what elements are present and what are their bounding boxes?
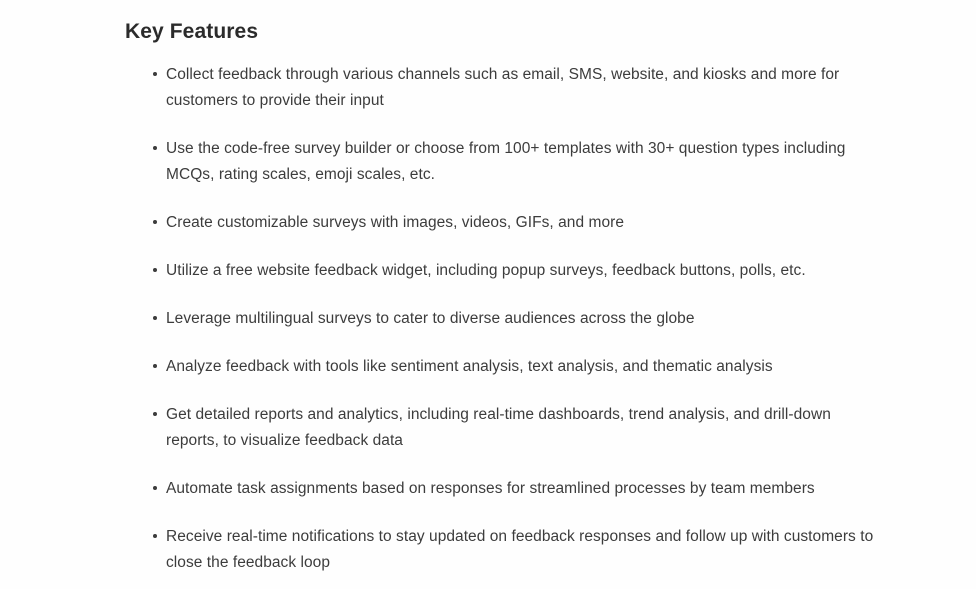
page-root: Key Features Collect feedback through va… [0, 0, 976, 589]
list-item: Get detailed reports and analytics, incl… [125, 402, 885, 454]
list-item-label: Analyze feedback with tools like sentime… [166, 358, 773, 375]
bullet-icon [153, 146, 157, 150]
key-features-section: Key Features Collect feedback through va… [125, 18, 885, 576]
list-item: Use the code-free survey builder or choo… [125, 136, 885, 188]
bullet-icon [153, 316, 157, 320]
list-item-label: Get detailed reports and analytics, incl… [166, 406, 831, 449]
list-item-label: Receive real-time notifications to stay … [166, 528, 874, 571]
list-item-label: Automate task assignments based on respo… [166, 480, 815, 497]
list-item-label: Create customizable surveys with images,… [166, 214, 624, 231]
bullet-icon [153, 364, 157, 368]
list-item: Leverage multilingual surveys to cater t… [125, 306, 885, 332]
list-item-label: Use the code-free survey builder or choo… [166, 140, 846, 183]
bullet-icon [153, 72, 157, 76]
list-item-label: Collect feedback through various channel… [166, 66, 840, 109]
list-item-label: Leverage multilingual surveys to cater t… [166, 310, 695, 327]
list-item: Receive real-time notifications to stay … [125, 524, 885, 576]
bullet-icon [153, 486, 157, 490]
list-item: Utilize a free website feedback widget, … [125, 258, 885, 284]
list-item-label: Utilize a free website feedback widget, … [166, 262, 806, 279]
bullet-icon [153, 412, 157, 416]
feature-list: Collect feedback through various channel… [125, 62, 885, 576]
list-item: Create customizable surveys with images,… [125, 210, 885, 236]
page-title: Key Features [125, 20, 259, 43]
list-item: Analyze feedback with tools like sentime… [125, 354, 885, 380]
list-item: Automate task assignments based on respo… [125, 476, 885, 502]
list-item: Collect feedback through various channel… [125, 62, 885, 114]
bullet-icon [153, 268, 157, 272]
bullet-icon [153, 220, 157, 224]
bullet-icon [153, 534, 157, 538]
